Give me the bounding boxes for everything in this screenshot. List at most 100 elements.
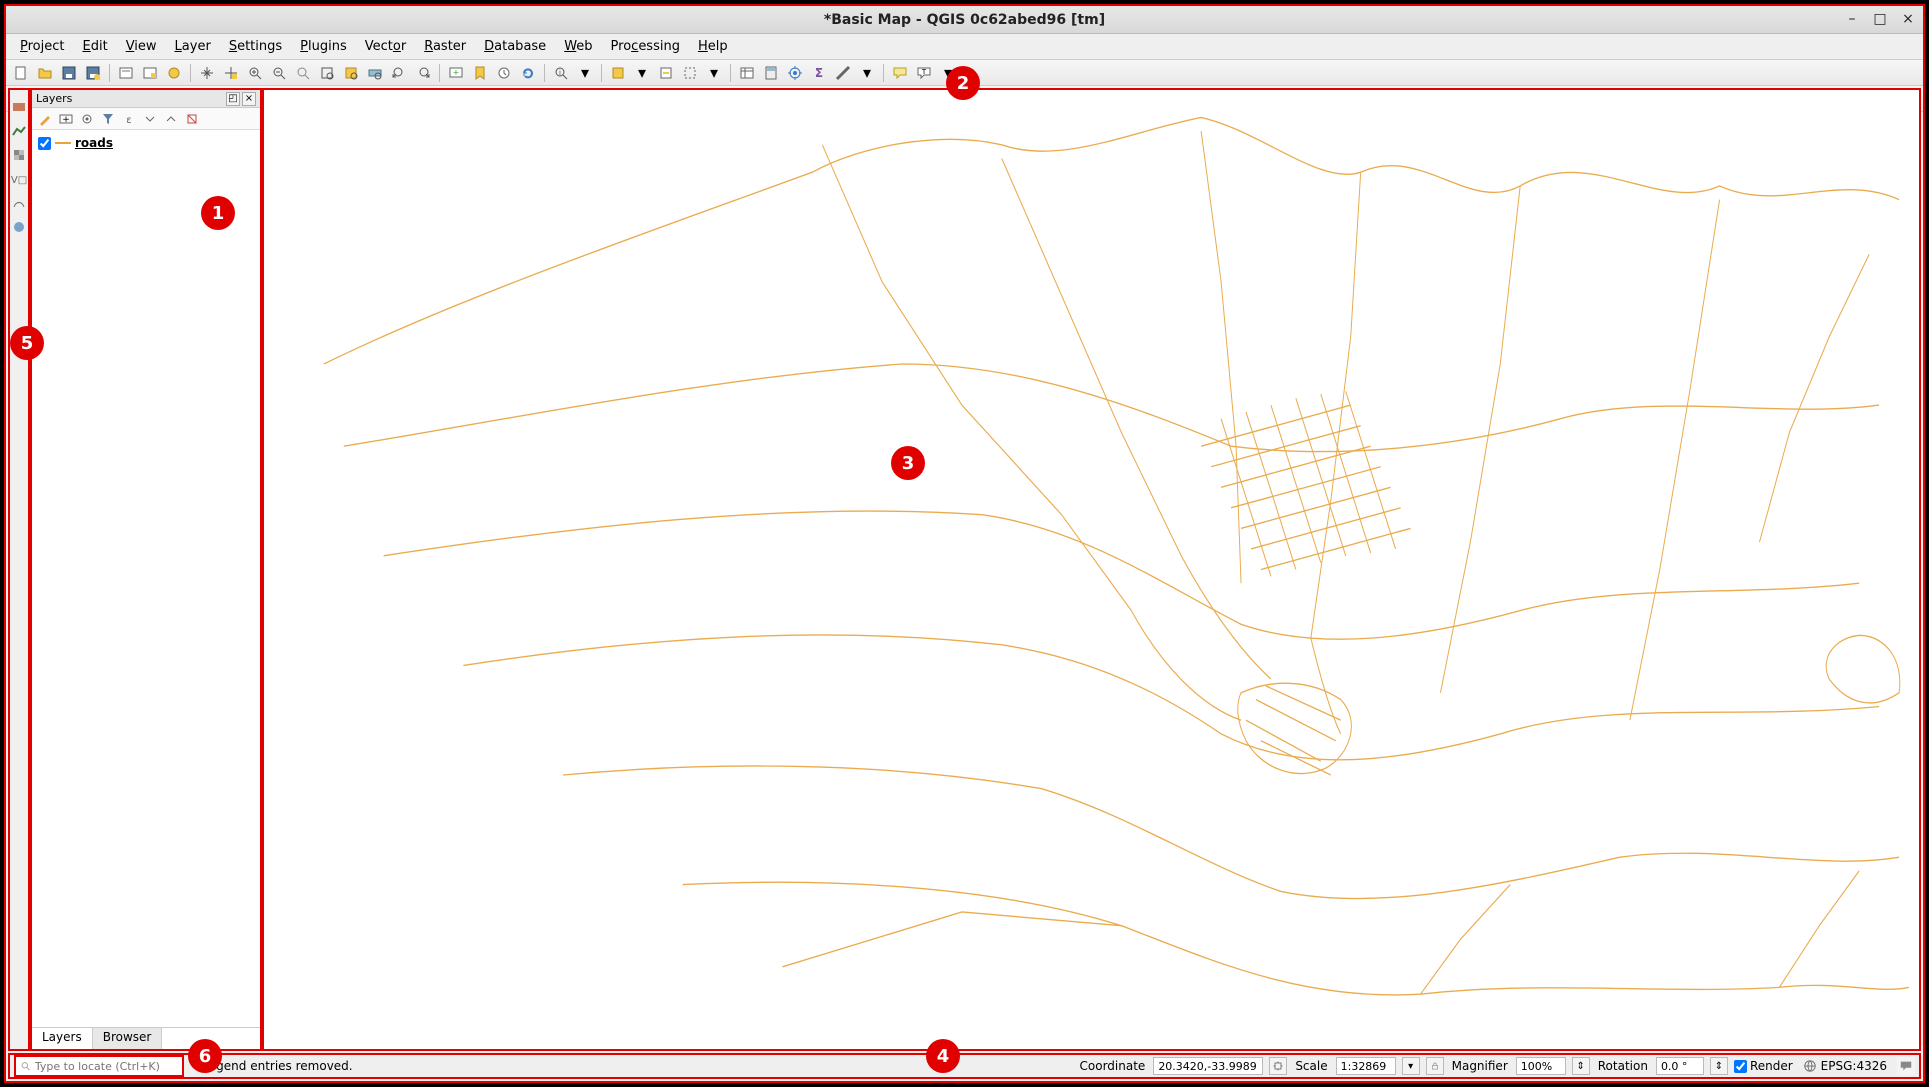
zoom-selection-icon[interactable]: [340, 62, 362, 84]
locator-input[interactable]: [35, 1060, 178, 1073]
rotation-spinner-icon[interactable]: ⇕: [1710, 1057, 1728, 1075]
new-map-view-icon[interactable]: +: [445, 62, 467, 84]
identify-menu-icon[interactable]: ▾: [574, 62, 596, 84]
menu-settings[interactable]: Settings: [221, 37, 290, 56]
open-data-source-icon[interactable]: [10, 98, 28, 116]
menu-edit[interactable]: Edit: [75, 37, 116, 56]
toggle-extents-icon[interactable]: [1269, 1057, 1287, 1075]
minimize-button[interactable]: –: [1843, 10, 1861, 28]
scale-lock-icon[interactable]: [1426, 1057, 1444, 1075]
add-raster-layer-icon[interactable]: [10, 146, 28, 164]
deselect-icon[interactable]: [679, 62, 701, 84]
collapse-all-icon[interactable]: [162, 110, 180, 128]
layer-roads[interactable]: roads: [36, 134, 256, 152]
coordinate-input[interactable]: [1153, 1057, 1263, 1075]
menu-processing[interactable]: Processing: [603, 37, 688, 56]
measure-icon[interactable]: [832, 62, 854, 84]
zoom-native-icon[interactable]: [292, 62, 314, 84]
layer-tree[interactable]: roads: [32, 130, 260, 1027]
new-project-icon[interactable]: [10, 62, 32, 84]
filter-expression-icon[interactable]: ε: [120, 110, 138, 128]
magnifier-spinner-icon[interactable]: ⇕: [1572, 1057, 1590, 1075]
zoom-full-icon[interactable]: [316, 62, 338, 84]
layer-visibility-checkbox[interactable]: [38, 137, 51, 150]
save-as-icon[interactable]: [82, 62, 104, 84]
expand-all-icon[interactable]: [141, 110, 159, 128]
menu-vector[interactable]: Vector: [357, 37, 414, 56]
pan-icon[interactable]: [196, 62, 218, 84]
annotation-menu-icon[interactable]: ▾: [937, 62, 959, 84]
panel-close-button[interactable]: ×: [242, 92, 256, 106]
left-panel-tabs: Layers Browser: [32, 1027, 260, 1049]
toolbox-icon[interactable]: [784, 62, 806, 84]
side-toolbar: V□: [8, 88, 30, 1051]
status-message: 1 legend entries removed.: [190, 1059, 357, 1073]
messages-icon[interactable]: [1897, 1057, 1915, 1075]
select-features-icon[interactable]: [607, 62, 629, 84]
zoom-last-icon[interactable]: [388, 62, 410, 84]
tab-browser[interactable]: Browser: [93, 1028, 163, 1049]
layout-manager-icon[interactable]: [139, 62, 161, 84]
zoom-layer-icon[interactable]: [364, 62, 386, 84]
menu-raster[interactable]: Raster: [416, 37, 474, 56]
layer-style-icon[interactable]: [36, 110, 54, 128]
add-delimited-text-icon[interactable]: [10, 194, 28, 212]
open-attribute-table-icon[interactable]: [736, 62, 758, 84]
select-by-value-icon[interactable]: [655, 62, 677, 84]
add-wms-layer-icon[interactable]: [10, 218, 28, 236]
maximize-button[interactable]: □: [1871, 10, 1889, 28]
menu-web[interactable]: Web: [556, 37, 600, 56]
locator[interactable]: [14, 1055, 184, 1077]
identify-icon[interactable]: i: [550, 62, 572, 84]
render-label: Render: [1750, 1059, 1793, 1073]
svg-text:ε: ε: [126, 115, 131, 126]
search-icon: [20, 1060, 31, 1072]
annotation-icon[interactable]: T: [913, 62, 935, 84]
add-vector-layer-icon[interactable]: [10, 122, 28, 140]
layer-symbol-icon: [55, 142, 71, 144]
scale-dropdown-icon[interactable]: ▾: [1402, 1057, 1420, 1075]
render-toggle[interactable]: Render: [1734, 1059, 1793, 1073]
add-mesh-layer-icon[interactable]: V□: [10, 170, 28, 188]
map-tips-icon[interactable]: [889, 62, 911, 84]
panel-undock-button[interactable]: ◰: [226, 92, 240, 106]
manage-visibility-icon[interactable]: [78, 110, 96, 128]
tab-layers[interactable]: Layers: [32, 1028, 93, 1049]
magnifier-input[interactable]: [1516, 1057, 1566, 1075]
zoom-next-icon[interactable]: [412, 62, 434, 84]
menu-layer[interactable]: Layer: [167, 37, 219, 56]
pan-selection-icon[interactable]: [220, 62, 242, 84]
style-manager-icon[interactable]: [163, 62, 185, 84]
filter-legend-icon[interactable]: [99, 110, 117, 128]
field-calculator-icon[interactable]: [760, 62, 782, 84]
open-project-icon[interactable]: [34, 62, 56, 84]
new-bookmark-icon[interactable]: [469, 62, 491, 84]
close-button[interactable]: ×: [1899, 10, 1917, 28]
rotation-input[interactable]: [1656, 1057, 1704, 1075]
menu-view[interactable]: View: [118, 37, 165, 56]
render-checkbox[interactable]: [1734, 1060, 1747, 1073]
temporal-controller-icon[interactable]: [493, 62, 515, 84]
menu-database[interactable]: Database: [476, 37, 554, 56]
remove-layer-icon[interactable]: [183, 110, 201, 128]
zoom-in-icon[interactable]: [244, 62, 266, 84]
measure-menu-icon[interactable]: ▾: [856, 62, 878, 84]
select-menu-icon[interactable]: ▾: [631, 62, 653, 84]
svg-text:i: i: [559, 69, 561, 77]
menubar: Project Edit View Layer Settings Plugins…: [6, 34, 1923, 60]
deselect-menu-icon[interactable]: ▾: [703, 62, 725, 84]
statistics-icon[interactable]: Σ: [808, 62, 830, 84]
map-canvas[interactable]: [262, 88, 1921, 1051]
print-layout-icon[interactable]: [115, 62, 137, 84]
save-project-icon[interactable]: [58, 62, 80, 84]
crs-button[interactable]: EPSG:4326: [1799, 1059, 1891, 1073]
qgis-window: *Basic Map - QGIS 0c62abed96 [tm] – □ × …: [4, 4, 1925, 1083]
scale-input[interactable]: [1336, 1057, 1396, 1075]
menu-plugins[interactable]: Plugins: [292, 37, 355, 56]
svg-text:+: +: [62, 115, 70, 125]
add-group-icon[interactable]: +: [57, 110, 75, 128]
menu-project[interactable]: Project: [12, 37, 73, 56]
menu-help[interactable]: Help: [690, 37, 736, 56]
zoom-out-icon[interactable]: [268, 62, 290, 84]
refresh-icon[interactable]: [517, 62, 539, 84]
